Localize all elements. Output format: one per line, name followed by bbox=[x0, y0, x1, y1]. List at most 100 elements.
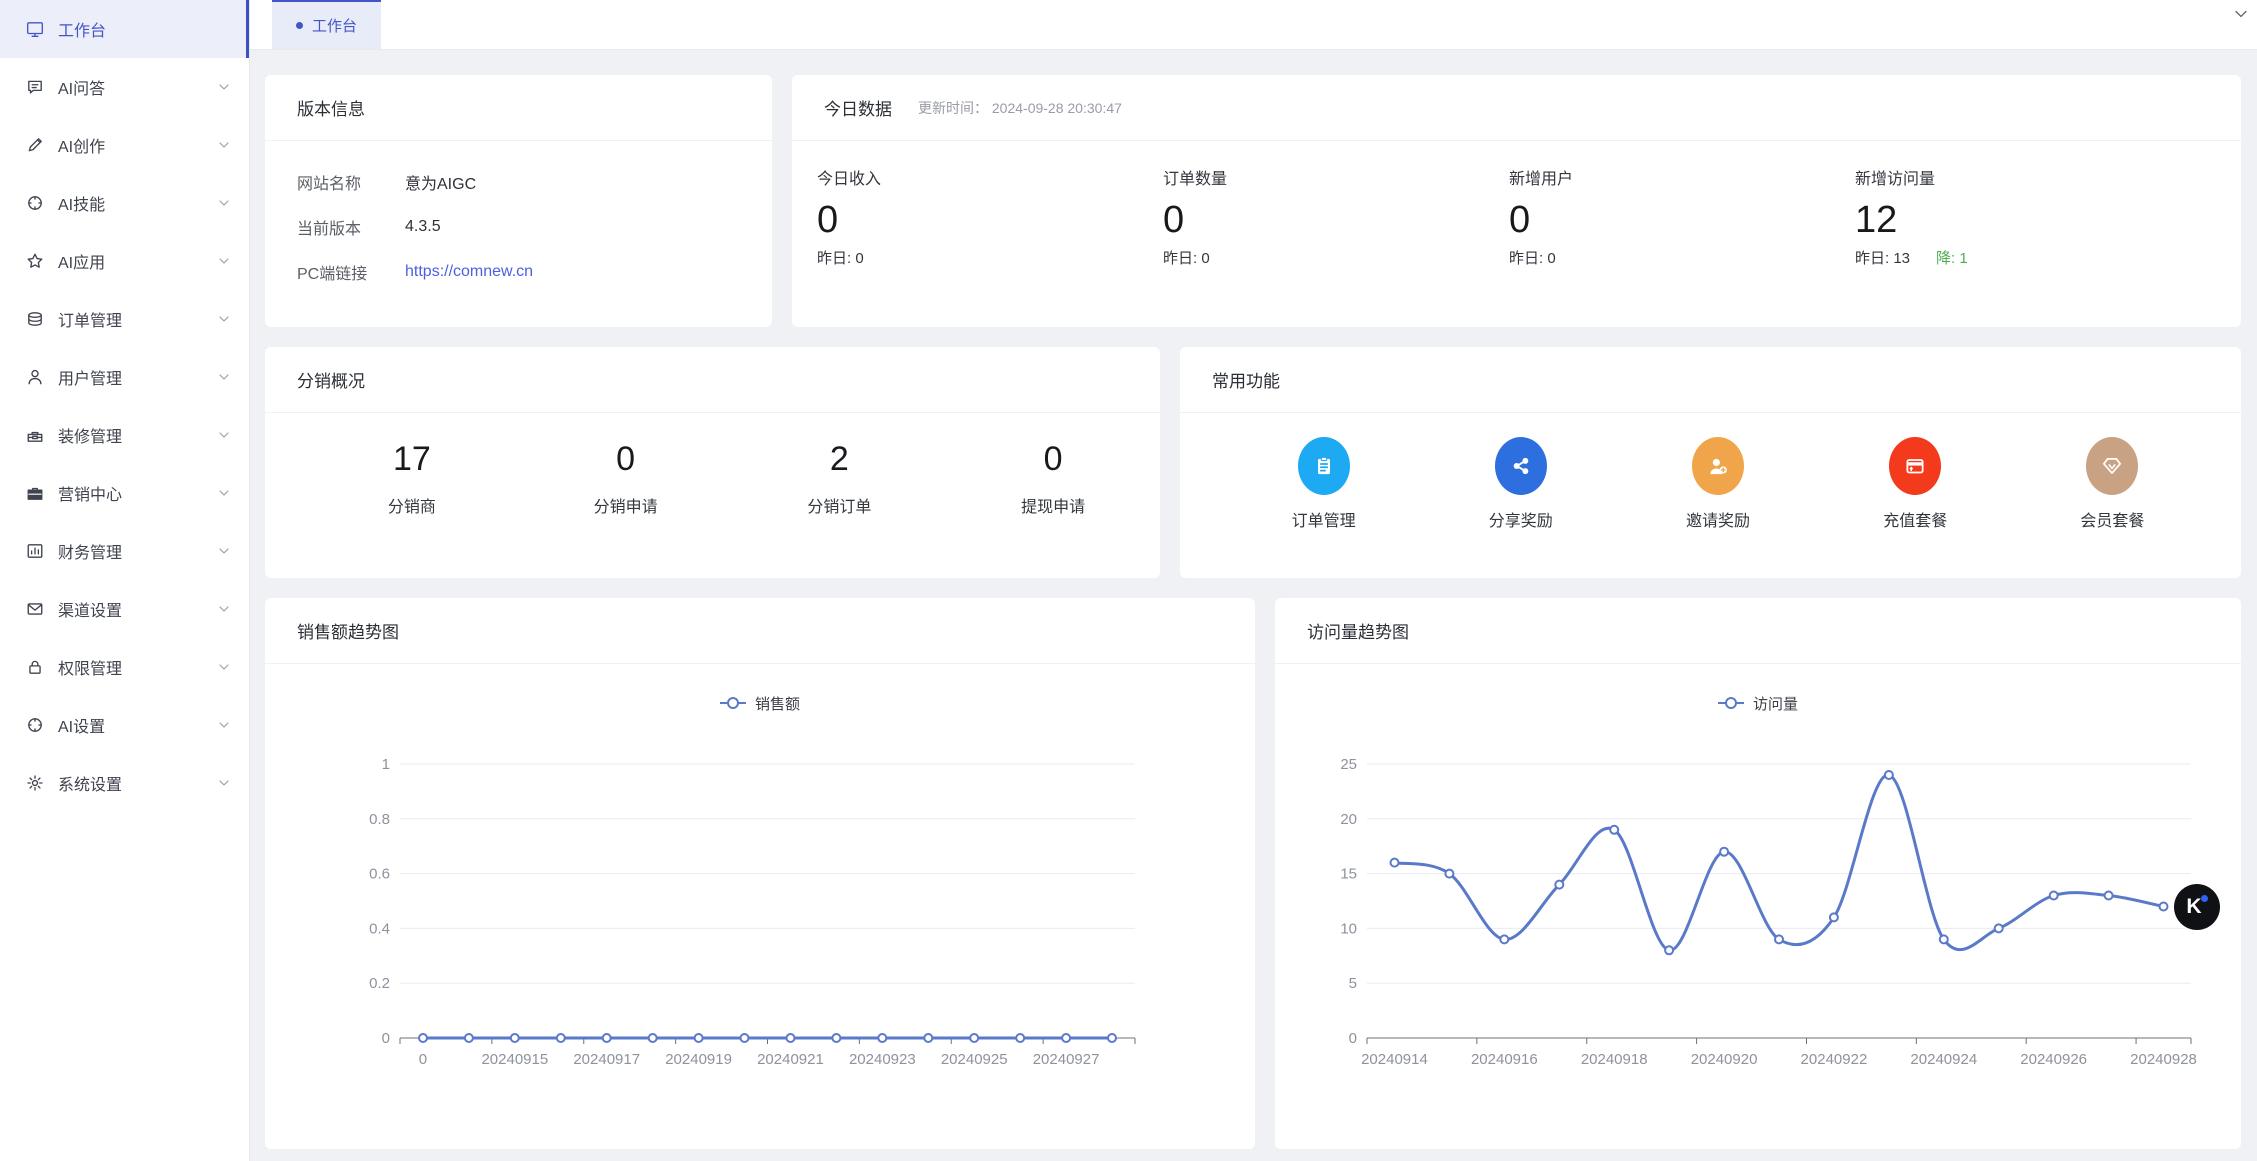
svg-text:0.8: 0.8 bbox=[369, 811, 390, 828]
function-label: 订单管理 bbox=[1292, 507, 1356, 531]
common-functions-card: 常用功能 订单管理分享奖励邀请奖励充值套餐会员套餐 bbox=[1180, 347, 2241, 578]
tabbar: 工作台 bbox=[250, 0, 2257, 50]
svg-text:5: 5 bbox=[1349, 975, 1357, 992]
sidebar-item-system-settings[interactable]: 系统设置 bbox=[0, 754, 249, 812]
svg-text:20240928: 20240928 bbox=[2130, 1051, 2197, 1068]
finance-chart-icon bbox=[26, 542, 44, 560]
field-label: 当前版本 bbox=[297, 215, 405, 239]
chevron-down-icon bbox=[217, 370, 231, 384]
svg-text:0.2: 0.2 bbox=[369, 975, 390, 992]
legend-line-marker-icon bbox=[720, 697, 746, 709]
today-stat: 新增用户0昨日: 0 bbox=[1509, 165, 1855, 268]
svg-text:20240919: 20240919 bbox=[665, 1051, 732, 1068]
briefcase-icon bbox=[26, 484, 44, 502]
sidebar-item-label: 营销中心 bbox=[58, 481, 217, 505]
sidebar-item-label: 工作台 bbox=[58, 17, 228, 41]
svg-text:20240918: 20240918 bbox=[1581, 1051, 1648, 1068]
sidebar-item-label: 订单管理 bbox=[58, 307, 217, 331]
stat-value: 0 bbox=[1163, 197, 1509, 243]
share-icon bbox=[1495, 437, 1547, 495]
sidebar-item-ai-apps[interactable]: AI应用 bbox=[0, 232, 249, 290]
sidebar-item-permissions[interactable]: 权限管理 bbox=[0, 638, 249, 696]
sales-chart-title: 销售额趋势图 bbox=[297, 618, 399, 643]
today-stat: 今日收入0昨日: 0 bbox=[817, 165, 1163, 268]
today-card-title: 今日数据 bbox=[824, 95, 892, 120]
visits-chart-title: 访问量趋势图 bbox=[1307, 618, 1409, 643]
stat-label: 分销商 bbox=[305, 493, 519, 517]
update-time-text: 更新时间： 2024-09-28 20:30:47 bbox=[918, 98, 1122, 118]
floating-brand-badge[interactable]: K bbox=[2174, 884, 2220, 930]
sidebar-item-finance[interactable]: 财务管理 bbox=[0, 522, 249, 580]
chevron-down-icon bbox=[217, 312, 231, 326]
dashboard-content: 版本信息 网站名称意为AIGC当前版本4.3.5PC端链接https://com… bbox=[250, 50, 2257, 1161]
svg-text:20240914: 20240914 bbox=[1361, 1051, 1428, 1068]
version-field-row: PC端链接https://comnew.cn bbox=[297, 257, 740, 287]
today-stat: 订单数量0昨日: 0 bbox=[1163, 165, 1509, 268]
today-stats-row: 今日收入0昨日: 0订单数量0昨日: 0新增用户0昨日: 0新增访问量12昨日:… bbox=[792, 141, 2241, 268]
pc-site-link[interactable]: https://comnew.cn bbox=[405, 263, 533, 281]
tab-label: 工作台 bbox=[312, 15, 357, 36]
person-plus-icon bbox=[1692, 437, 1744, 495]
sidebar-item-label: 装修管理 bbox=[58, 423, 217, 447]
sidebar-item-ai-create[interactable]: AI创作 bbox=[0, 116, 249, 174]
sales-trend-chart: 00.20.40.60.8102024091520240917202409192… bbox=[265, 742, 1255, 1147]
brand-dot-icon bbox=[2201, 895, 2208, 902]
sidebar-item-users[interactable]: 用户管理 bbox=[0, 348, 249, 406]
sidebar-item-ai-settings[interactable]: AI设置 bbox=[0, 696, 249, 754]
distribution-overview-card: 分销概况 17分销商0分销申请2分销订单0提现申请 bbox=[265, 347, 1160, 578]
main-area: 工作台 版本信息 网站名称意为AIGC当前版本4.3.5PC端链接https:/… bbox=[250, 0, 2257, 1161]
version-fields: 网站名称意为AIGC当前版本4.3.5PC端链接https://comnew.c… bbox=[265, 141, 772, 287]
sidebar-item-label: AI应用 bbox=[58, 249, 217, 273]
sidebar-item-channels[interactable]: 渠道设置 bbox=[0, 580, 249, 638]
credit-card-icon bbox=[1889, 437, 1941, 495]
chevron-down-icon bbox=[217, 486, 231, 500]
sales-chart-legend[interactable]: 销售额 bbox=[265, 664, 1255, 742]
svg-text:0: 0 bbox=[382, 1030, 390, 1047]
today-stat: 新增访问量12昨日: 13降: 1 bbox=[1855, 165, 2201, 268]
sidebar-item-decoration[interactable]: 装修管理 bbox=[0, 406, 249, 464]
stat-sub: 昨日: 13降: 1 bbox=[1855, 247, 2201, 268]
sidebar-item-label: 用户管理 bbox=[58, 365, 217, 389]
svg-text:20240916: 20240916 bbox=[1471, 1051, 1538, 1068]
sidebar-item-workbench[interactable]: 工作台 bbox=[0, 0, 249, 58]
function-label: 邀请奖励 bbox=[1686, 507, 1750, 531]
gear-icon bbox=[26, 774, 44, 792]
tabbar-dropdown-chevron-icon[interactable] bbox=[2233, 6, 2249, 22]
sidebar-item-orders[interactable]: 订单管理 bbox=[0, 290, 249, 348]
clipboard-icon bbox=[1298, 437, 1350, 495]
field-label: 网站名称 bbox=[297, 170, 405, 194]
function-item-share-reward[interactable]: 分享奖励 bbox=[1422, 437, 1619, 531]
stat-value: 12 bbox=[1855, 197, 2201, 243]
tab-workbench[interactable]: 工作台 bbox=[272, 0, 381, 49]
svg-text:20240917: 20240917 bbox=[573, 1051, 640, 1068]
function-item-member-plans[interactable]: 会员套餐 bbox=[2014, 437, 2211, 531]
svg-text:20240921: 20240921 bbox=[757, 1051, 824, 1068]
chevron-down-icon bbox=[217, 544, 231, 558]
stat-value: 0 bbox=[817, 197, 1163, 243]
sidebar-item-label: AI技能 bbox=[58, 191, 217, 215]
sidebar-item-ai-qa[interactable]: AI问答 bbox=[0, 58, 249, 116]
svg-text:0: 0 bbox=[1349, 1030, 1357, 1047]
function-item-recharge-plans[interactable]: 充值套餐 bbox=[1817, 437, 2014, 531]
svg-text:20240920: 20240920 bbox=[1691, 1051, 1758, 1068]
stat-label: 分销订单 bbox=[733, 493, 947, 517]
svg-text:25: 25 bbox=[1340, 756, 1357, 773]
svg-text:10: 10 bbox=[1340, 920, 1357, 937]
sidebar-item-marketing[interactable]: 营销中心 bbox=[0, 464, 249, 522]
sidebar-item-ai-skills[interactable]: AI技能 bbox=[0, 174, 249, 232]
function-item-invite-reward[interactable]: 邀请奖励 bbox=[1619, 437, 1816, 531]
svg-text:20240927: 20240927 bbox=[1033, 1051, 1100, 1068]
sidebar: 工作台 AI问答AI创作 AI技能 AI应用订单管理用户管理装修管理营销中心财务管理渠… bbox=[0, 0, 250, 1161]
chevron-down-icon bbox=[217, 428, 231, 442]
svg-text:20: 20 bbox=[1340, 811, 1357, 828]
sidebar-item-label: 财务管理 bbox=[58, 539, 217, 563]
version-field-row: 网站名称意为AIGC bbox=[297, 167, 740, 197]
visits-chart-legend[interactable]: 访问量 bbox=[1275, 664, 2241, 742]
chevron-down-icon bbox=[217, 80, 231, 94]
function-item-orders[interactable]: 订单管理 bbox=[1225, 437, 1422, 531]
toolbox-icon bbox=[26, 426, 44, 444]
sidebar-menu: 工作台 AI问答AI创作 AI技能 AI应用订单管理用户管理装修管理营销中心财务管理渠… bbox=[0, 0, 249, 812]
distribution-stat: 17分销商 bbox=[305, 439, 519, 517]
stat-sub: 昨日: 0 bbox=[1509, 247, 1855, 268]
distribution-stat: 0提现申请 bbox=[946, 439, 1160, 517]
